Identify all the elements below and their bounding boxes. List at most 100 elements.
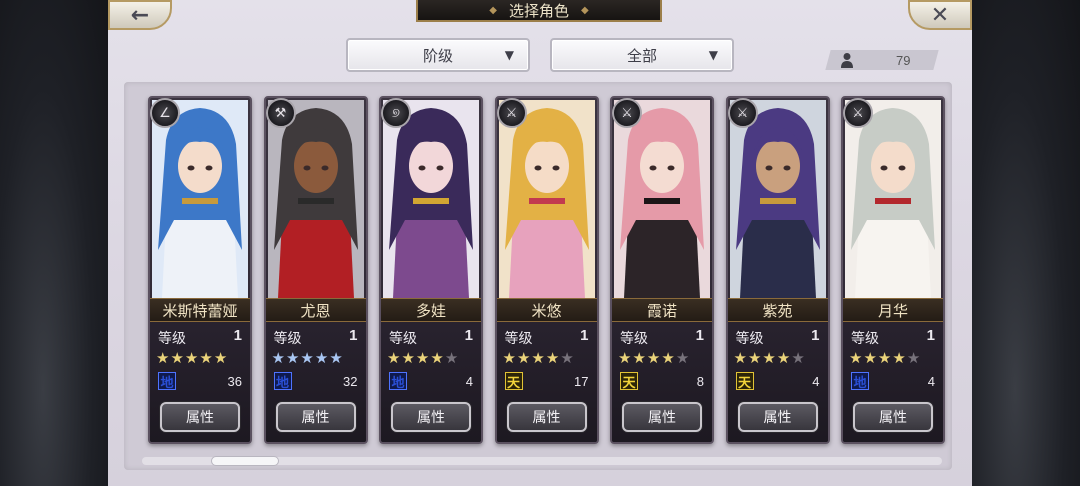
card-count: 4	[465, 374, 473, 389]
level-value: 1	[349, 327, 358, 344]
character-card[interactable]: ∠ 米斯特蕾娅 等级 1 ★★★★★ 地 36 属性	[148, 96, 252, 444]
rarity-star-icon: ★	[646, 349, 662, 367]
character-card[interactable]: ⚔ 紫苑 等级 1 ★★★★★ 天 4 属性	[725, 96, 830, 444]
close-button[interactable]: ✕	[908, 0, 972, 30]
rarity-star-icon: ★	[170, 349, 185, 367]
back-button[interactable]: ←	[108, 0, 172, 30]
sword-icon: ⚔	[612, 98, 642, 128]
character-name: 米悠	[496, 298, 597, 322]
title-ornament-right-icon: ◆	[581, 4, 589, 16]
level-label: 等级	[620, 331, 648, 347]
level-label: 等级	[735, 331, 764, 347]
scope-filter-dropdown[interactable]: 全部 ▼	[550, 38, 734, 72]
rarity-stars: ★★★★★	[849, 349, 921, 367]
scythe-icon: ୭	[381, 98, 411, 128]
rarity-star-icon: ★	[199, 349, 214, 367]
rarity-star-icon: ★	[156, 349, 171, 367]
rank-filter-label: 阶级	[422, 46, 453, 65]
rarity-star-icon: ★	[300, 349, 315, 367]
character-portrait	[152, 100, 248, 298]
rarity-star-icon: ★	[401, 349, 416, 367]
rarity-star-icon: ★	[618, 349, 633, 367]
rarity-stars: ★★★★★	[387, 349, 459, 367]
rarity-star-icon: ★	[906, 349, 922, 367]
rarity-star-icon: ★	[560, 349, 575, 367]
rarity-star-icon: ★	[415, 349, 431, 367]
character-portrait	[729, 100, 826, 298]
element-badge-icon: 地	[273, 372, 292, 391]
owned-count: 79	[896, 53, 911, 68]
element-badge-icon: 天	[620, 372, 638, 391]
rarity-star-icon: ★	[545, 349, 561, 367]
character-stats: 等级 1 ★★★★★ 天 17 属性	[496, 322, 597, 442]
sword-icon: ⚔	[496, 98, 527, 128]
character-name: 紫苑	[727, 298, 828, 322]
element-badge-icon: 天	[735, 372, 754, 391]
attributes-button[interactable]: 属性	[737, 402, 818, 432]
character-name: 霞诺	[612, 298, 712, 322]
rarity-stars: ★★★★★	[156, 349, 228, 367]
rank-filter-dropdown[interactable]: 阶级 ▼	[346, 38, 530, 72]
back-arrow-icon: ←	[130, 2, 150, 28]
right-backdrop	[972, 0, 1080, 486]
rarity-star-icon: ★	[632, 349, 647, 367]
hammer-icon: ⚒	[265, 98, 296, 128]
attributes-button[interactable]: 属性	[391, 402, 471, 432]
blade-icon: ⚔	[843, 98, 873, 128]
scrollbar-thumb[interactable]	[211, 456, 279, 466]
rarity-stars: ★★★★★	[618, 349, 690, 367]
level-value: 1	[926, 327, 935, 344]
rarity-stars: ★★★★★	[734, 349, 806, 367]
character-stats: 等级 1 ★★★★★ 地 4 属性	[381, 322, 481, 442]
character-card[interactable]: ୭ 多娃 等级 1 ★★★★★ 地 4 属性	[379, 96, 483, 444]
level-label: 等级	[273, 331, 302, 347]
rarity-star-icon: ★	[892, 349, 907, 367]
attributes-button[interactable]: 属性	[160, 402, 240, 432]
attributes-button[interactable]: 属性	[275, 402, 356, 432]
rarity-star-icon: ★	[747, 349, 763, 367]
rarity-star-icon: ★	[285, 349, 301, 367]
attributes-button[interactable]: 属性	[506, 402, 587, 432]
character-card[interactable]: ⚒ 尤恩 等级 1 ★★★★★ 地 32 属性	[263, 96, 368, 444]
attributes-button[interactable]: 属性	[622, 402, 702, 432]
close-icon: ✕	[930, 2, 950, 28]
staff-icon: ∠	[150, 98, 180, 128]
level-value: 1	[233, 327, 242, 344]
character-stats: 等级 1 ★★★★★ 天 4 属性	[727, 322, 828, 442]
rarity-stars: ★★★★★	[503, 349, 575, 367]
character-portrait	[267, 100, 364, 298]
character-card[interactable]: ⚔ 米悠 等级 1 ★★★★★ 天 17 属性	[494, 96, 599, 444]
page-title: 选择角色	[508, 1, 569, 20]
character-stats: 等级 1 ★★★★★ 地 4 属性	[843, 322, 943, 442]
rarity-star-icon: ★	[444, 349, 460, 367]
rarity-star-icon: ★	[849, 349, 864, 367]
attributes-button[interactable]: 属性	[853, 402, 933, 432]
rarity-star-icon: ★	[776, 349, 792, 367]
rarity-star-icon: ★	[314, 349, 330, 367]
character-stats: 等级 1 ★★★★★ 地 36 属性	[150, 322, 250, 442]
level-label: 等级	[158, 331, 186, 347]
title-ornament-left-icon: ◆	[489, 4, 497, 16]
level-value: 1	[695, 327, 704, 344]
person-icon	[841, 53, 853, 68]
left-backdrop	[0, 0, 108, 486]
title-plate: ◆ 选择角色 ◆	[416, 0, 662, 22]
rarity-star-icon: ★	[184, 349, 200, 367]
rarity-star-icon: ★	[329, 349, 344, 367]
character-stats: 等级 1 ★★★★★ 天 8 属性	[612, 322, 712, 442]
card-count: 4	[812, 374, 820, 389]
character-portrait	[614, 100, 710, 298]
rarity-star-icon: ★	[430, 349, 445, 367]
card-count: 32	[343, 374, 358, 389]
character-card[interactable]: ⚔ 月华 等级 1 ★★★★★ 地 4 属性	[841, 96, 945, 444]
rarity-star-icon: ★	[877, 349, 893, 367]
character-card[interactable]: ⚔ 霞诺等级 1 ★★★★★ 天 8 属性	[610, 96, 714, 444]
character-portrait	[498, 100, 595, 298]
rarity-star-icon: ★	[387, 349, 402, 367]
element-badge-icon: 地	[158, 372, 176, 391]
rarity-star-icon: ★	[271, 349, 286, 367]
scope-filter-label: 全部	[626, 46, 657, 65]
card-count: 8	[696, 374, 704, 389]
level-value: 1	[464, 327, 473, 344]
level-value: 1	[580, 327, 589, 344]
